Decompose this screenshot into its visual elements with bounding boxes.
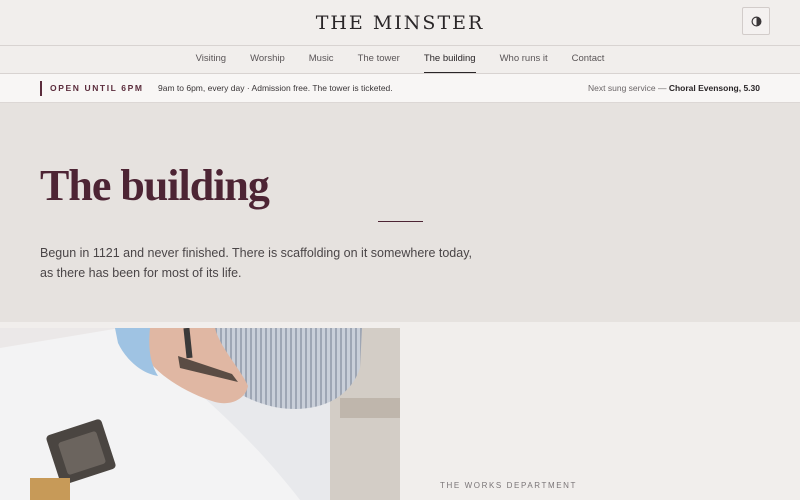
nav-item-contact[interactable]: Contact (560, 46, 617, 73)
nav-item-music[interactable]: Music (297, 46, 346, 73)
status-marker (40, 81, 42, 96)
page-title: The building (40, 161, 270, 210)
nav-item-the-building[interactable]: The building (412, 46, 488, 73)
main-nav: Visiting Worship Music The tower The bui… (0, 46, 800, 74)
nav-item-visiting[interactable]: Visiting (184, 46, 238, 73)
contrast-icon (751, 16, 762, 27)
nav-item-worship[interactable]: Worship (238, 46, 297, 73)
next-service-text: Next sung service — Choral Evensong, 5.3… (588, 83, 760, 93)
opening-hours-text: 9am to 6pm, every day · Admission free. … (158, 83, 393, 93)
nav-item-who-runs-it[interactable]: Who runs it (488, 46, 560, 73)
nav-item-the-tower[interactable]: The tower (346, 46, 412, 73)
site-title[interactable]: THE MINSTER (0, 12, 800, 34)
next-service-name[interactable]: Choral Evensong, 5.30 (669, 83, 760, 93)
title-divider (378, 221, 423, 222)
hero-lede: Begun in 1121 and never finished. There … (40, 246, 472, 280)
theme-toggle-button[interactable] (742, 7, 770, 35)
next-service-prefix: Next sung service — (588, 83, 667, 93)
opening-info-bar: OPEN UNTIL 6PM 9am to 6pm, every day · A… (0, 74, 800, 103)
site-header: THE MINSTER (0, 0, 800, 46)
stonemason-photo (0, 328, 400, 500)
hero-section: The building Begun in 1121 and never fin… (0, 103, 800, 322)
section-eyebrow: THE WORKS DEPARTMENT (440, 481, 578, 490)
open-status-label: OPEN UNTIL 6PM (50, 83, 144, 93)
